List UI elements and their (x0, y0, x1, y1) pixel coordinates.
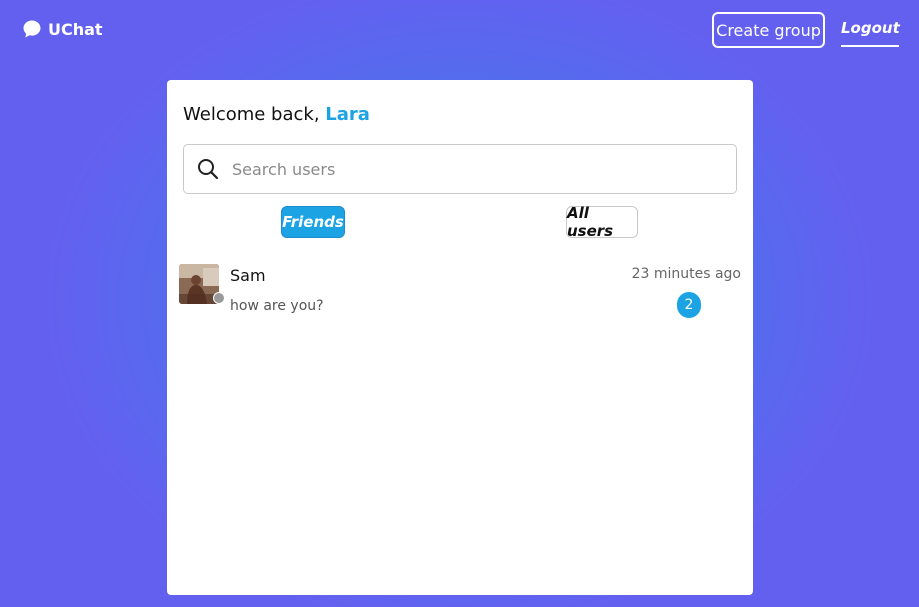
chat-timestamp: 23 minutes ago (631, 266, 741, 282)
search-icon (198, 159, 219, 180)
unread-count-badge: 2 (677, 292, 701, 318)
welcome-prefix: Welcome back, (183, 104, 326, 125)
brand-logo[interactable]: UChat (22, 19, 103, 39)
chat-list-item[interactable]: Sam 23 minutes ago how are you? 2 (179, 264, 741, 324)
welcome-heading: Welcome back, Lara (183, 104, 370, 125)
search-input[interactable] (230, 158, 714, 180)
chat-bubble-icon (23, 20, 41, 38)
welcome-username: Lara (325, 104, 370, 125)
offline-status-indicator (213, 292, 225, 304)
main-card: Welcome back, Lara Friends All users Sam… (167, 80, 753, 595)
search-box[interactable] (183, 144, 737, 194)
create-group-button[interactable]: Create group (712, 12, 825, 48)
tab-friends[interactable]: Friends (281, 206, 345, 238)
chat-last-message: how are you? (230, 298, 324, 314)
tab-all-users[interactable]: All users (566, 204, 638, 240)
brand-name: UChat (48, 19, 103, 39)
logout-link[interactable]: Logout (841, 19, 900, 47)
chat-contact-name: Sam (230, 266, 266, 285)
top-navbar: UChat Create group Logout (0, 0, 919, 60)
